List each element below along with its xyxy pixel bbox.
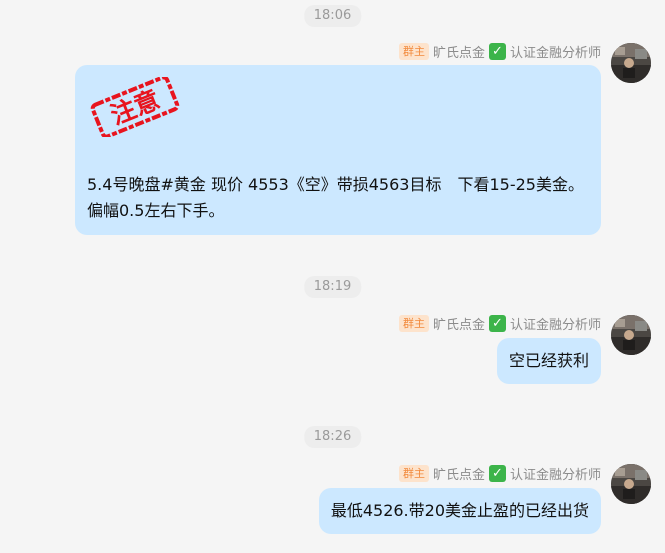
sender-verified-label: 认证金融分析师 — [509, 467, 601, 483]
attention-stamp: 注意 — [90, 77, 180, 137]
message-bubble[interactable]: 最低4526.带20美金止盈的已经出货 — [318, 488, 601, 534]
message-text: 5.4号晚盘#黄金 现价 4553《空》带损4563目标 下看15-25美金。偏… — [87, 175, 584, 220]
verified-check-icon: ✓ — [488, 464, 506, 482]
sender-name[interactable]: 旷氏点金 — [433, 314, 485, 333]
timestamp: 18:06 — [303, 5, 362, 27]
message-text: 空已经获利 — [508, 351, 589, 370]
avatar[interactable] — [611, 464, 651, 504]
avatar[interactable] — [611, 315, 651, 355]
group-owner-badge: 群主 — [398, 464, 429, 482]
avatar[interactable] — [611, 43, 651, 83]
sender-verified-label: 认证金融分析师 — [509, 317, 601, 333]
group-owner-badge: 群主 — [398, 42, 429, 60]
verified-check-icon: ✓ — [488, 314, 506, 332]
sender-name[interactable]: 旷氏点金 — [433, 42, 485, 61]
message-bubble[interactable]: 空已经获利 — [496, 338, 601, 384]
sender-name[interactable]: 旷氏点金 — [433, 464, 485, 483]
sender-verified-label: 认证金融分析师 — [509, 45, 601, 61]
verified-check-icon: ✓ — [488, 42, 506, 60]
sender-info: 群主 旷氏点金 ✓ 认证金融分析师 — [398, 463, 601, 483]
timestamp: 18:19 — [303, 276, 362, 298]
sender-info: 群主 旷氏点金 ✓ 认证金融分析师 — [398, 313, 601, 333]
message-bubble[interactable]: 注意 5.4号晚盘#黄金 现价 4553《空》带损4563目标 下看15-25美… — [75, 65, 601, 235]
message-text: 最低4526.带20美金止盈的已经出货 — [330, 501, 589, 520]
group-owner-badge: 群主 — [398, 314, 429, 332]
sender-info: 群主 旷氏点金 ✓ 认证金融分析师 — [398, 41, 601, 61]
timestamp: 18:26 — [303, 426, 362, 448]
